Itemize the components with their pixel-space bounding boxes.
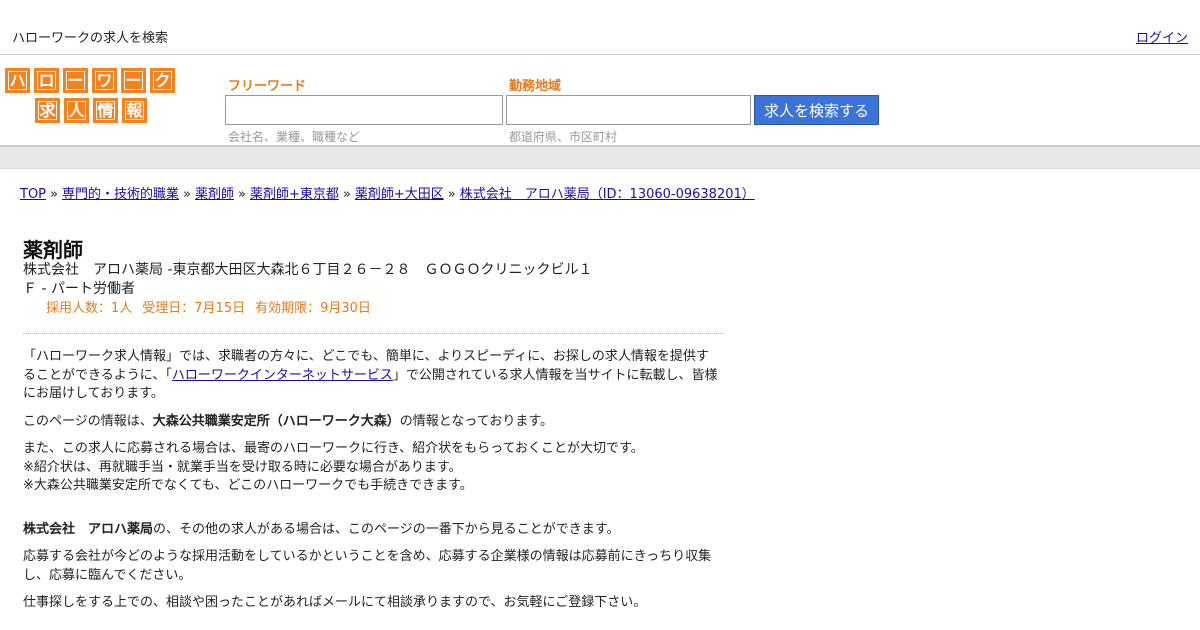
breadcrumb-separator: » (183, 187, 191, 202)
breadcrumb-separator: » (50, 187, 58, 202)
logo-char: 報 (122, 98, 147, 123)
site-title: ハローワークの求人を検索 (12, 31, 169, 46)
breadcrumb-ward[interactable]: 薬剤師+大田区 (355, 187, 444, 202)
note-line: ※大森公共職業安定所でなくても、どこのハローワークでも手続きできます。 (23, 478, 473, 493)
company-name: 株式会社 アロハ薬局 (23, 521, 154, 537)
logo-row-bottom: 求 人 情 報 (35, 98, 151, 123)
hellowork-logo[interactable]: ハ ロ ー ワ ー ク 求 人 情 報 (5, 68, 181, 126)
breadcrumb-company[interactable]: 株式会社 アロハ薬局（ID：13060-09638201） (460, 187, 755, 202)
breadcrumb-separator: » (342, 187, 351, 202)
breadcrumb: TOP» 専門的・技術的職業» 薬剤師» 薬剤師+東京都» 薬剤師+大田区» 株式会社 ア… (20, 183, 755, 202)
research-paragraph: 応募する会社が今どのような採用活動をしているかということを含め、応募する企業様の… (23, 549, 712, 583)
logo-row-top: ハ ロ ー ワ ー ク (5, 68, 179, 93)
logo-char: 人 (64, 98, 89, 123)
login-link[interactable]: ログイン (1136, 27, 1188, 46)
employment-type: Ｆ - パート労働者 (23, 281, 135, 297)
intro-paragraph: 「ハローワーク求人情報」では、求職者の方々に、どこでも、簡単に、よりスピーディに… (23, 348, 718, 404)
logo-char: ク (150, 68, 175, 93)
breadcrumb-top[interactable]: TOP (20, 187, 46, 202)
breadcrumb-category[interactable]: 専門的・技術的職業 (62, 187, 179, 202)
other-jobs-paragraph: 株式会社 アロハ薬局の、その他の求人がある場合は、このページの一番下から見ること… (23, 521, 718, 540)
area-hint: 都道府県、市区町村 (509, 130, 618, 144)
top-bar: ハローワークの求人を検索 ログイン (0, 0, 1200, 55)
logo-char: ロ (34, 68, 59, 93)
consult-paragraph: 仕事探しをする上での、相談や困ったことがあればメールにて相談承りますので、お気軽… (23, 595, 647, 610)
job-meta: 採用人数：1人 受理日：7月15日 有効期限：9月30日 (46, 297, 381, 316)
keyword-hint: 会社名、業種、職種など (228, 130, 361, 144)
area-label: 勤務地域 (509, 79, 562, 94)
area-input[interactable] (506, 95, 751, 125)
apply-paragraph: また、この求人に応募される場合は、最寄のハローワークに行き、紹介状をもらっておく… (23, 440, 718, 496)
office-text: このページの情報は、 (23, 413, 153, 429)
office-paragraph: このページの情報は、大森公共職業安定所（ハローワーク大森）の情報となっております… (23, 413, 718, 432)
breadcrumb-separator: » (447, 187, 456, 202)
expiry-date: 有効期限：9月30日 (255, 301, 371, 316)
logo-char: ー (121, 68, 146, 93)
keyword-label: フリーワード (228, 79, 307, 94)
apply-line: また、この求人に応募される場合は、最寄のハローワークに行き、紹介状をもらっておく… (23, 441, 644, 456)
breadcrumb-occupation[interactable]: 薬剤師 (195, 187, 234, 202)
breadcrumb-prefecture[interactable]: 薬剤師+東京都 (250, 187, 339, 202)
internet-service-link[interactable]: ハローワークインターネットサービス (172, 368, 393, 383)
hires-count: 採用人数：1人 (46, 301, 133, 316)
other-jobs-text: の、その他の求人がある場合は、このページの一番下から見ることができます。 (153, 521, 620, 537)
logo-char: 求 (35, 98, 60, 123)
header-band (0, 147, 1200, 169)
logo-char: 情 (93, 98, 118, 123)
breadcrumb-separator: » (237, 187, 246, 202)
info-body: 「ハローワーク求人情報」では、求職者の方々に、どこでも、簡単に、よりスピーディに… (23, 348, 718, 622)
search-jobs-button[interactable]: 求人を検索する (754, 95, 879, 125)
keyword-input[interactable] (225, 95, 503, 125)
search-header: ハ ロ ー ワ ー ク 求 人 情 報 フリーワード 会社名、業種、職種など 勤… (0, 55, 1200, 147)
section-divider (23, 333, 723, 334)
received-date: 受理日：7月15日 (142, 301, 246, 316)
logo-char: ハ (5, 68, 30, 93)
logo-char: ワ (92, 68, 117, 93)
office-name: 大森公共職業安定所（ハローワーク大森） (152, 413, 400, 429)
logo-char: ー (63, 68, 88, 93)
note-line: ※紹介状は、再就職手当・就業手当を受け取る時に必要な場合があります。 (23, 459, 462, 475)
office-text-end: の情報となっております。 (399, 413, 554, 429)
company-address: 株式会社 アロハ薬局 -東京都大田区大森北６丁目２６－２８ ＧＯＧＯクリニックビ… (23, 262, 593, 278)
